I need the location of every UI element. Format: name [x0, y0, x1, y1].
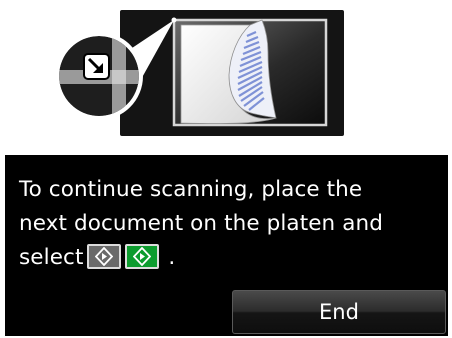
- message-line-3: select .: [19, 241, 439, 275]
- color-start-button-icon: [125, 244, 160, 269]
- corner-alignment-arrow-icon: [83, 53, 110, 80]
- message-period: .: [168, 245, 176, 270]
- message-line-1: To continue scanning, place the: [19, 177, 363, 202]
- platen-illustration: [55, 10, 344, 136]
- message-line-2: next document on the platen and: [19, 211, 383, 236]
- black-start-button-icon: [87, 244, 122, 269]
- document-on-platen-icon: [180, 19, 277, 124]
- end-button[interactable]: End: [232, 290, 446, 334]
- screen: To continue scanning, place the next doc…: [0, 0, 452, 338]
- message-select-text: select: [19, 245, 84, 270]
- message-panel: To continue scanning, place the next doc…: [5, 155, 448, 336]
- instruction-message: To continue scanning, place the next doc…: [19, 173, 439, 275]
